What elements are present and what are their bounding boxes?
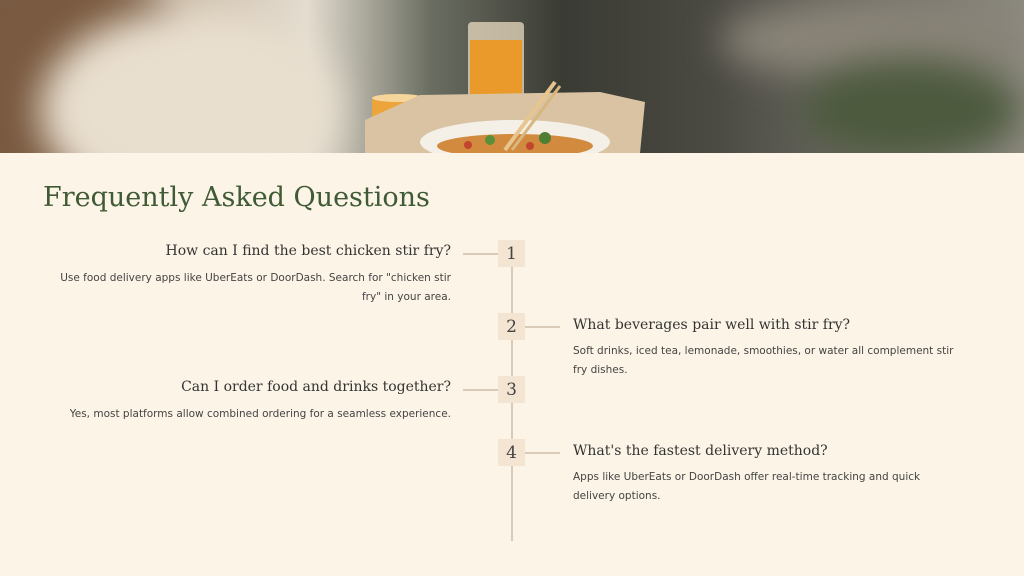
faq-answer: Use food delivery apps like UberEats or … (60, 272, 451, 303)
timeline-connector (525, 452, 560, 454)
faq-answer: Apps like UberEats or DoorDash offer rea… (573, 471, 921, 502)
timeline-connector (463, 389, 498, 391)
faq-question: What's the fastest delivery method? (573, 443, 828, 459)
faq-question: Can I order food and drinks together? (181, 379, 451, 395)
timeline-connector (525, 326, 560, 328)
faq-answer: Soft drinks, iced tea, lemonade, smoothi… (573, 345, 954, 376)
faq-answer: Yes, most platforms allow combined order… (69, 408, 451, 420)
page-title: Frequently Asked Questions (43, 182, 430, 213)
faq-number-badge: 4 (498, 439, 525, 466)
food-and-drinks-illustration (365, 22, 645, 153)
faq-question: What beverages pair well with stir fry? (573, 317, 851, 333)
timeline-connector (463, 253, 498, 255)
faq-number-badge: 2 (498, 313, 525, 340)
faq-number-badge: 1 (498, 240, 525, 267)
faq-question: How can I find the best chicken stir fry… (165, 243, 452, 259)
hero-photo (0, 0, 1024, 153)
faq-number-badge: 3 (498, 376, 525, 403)
